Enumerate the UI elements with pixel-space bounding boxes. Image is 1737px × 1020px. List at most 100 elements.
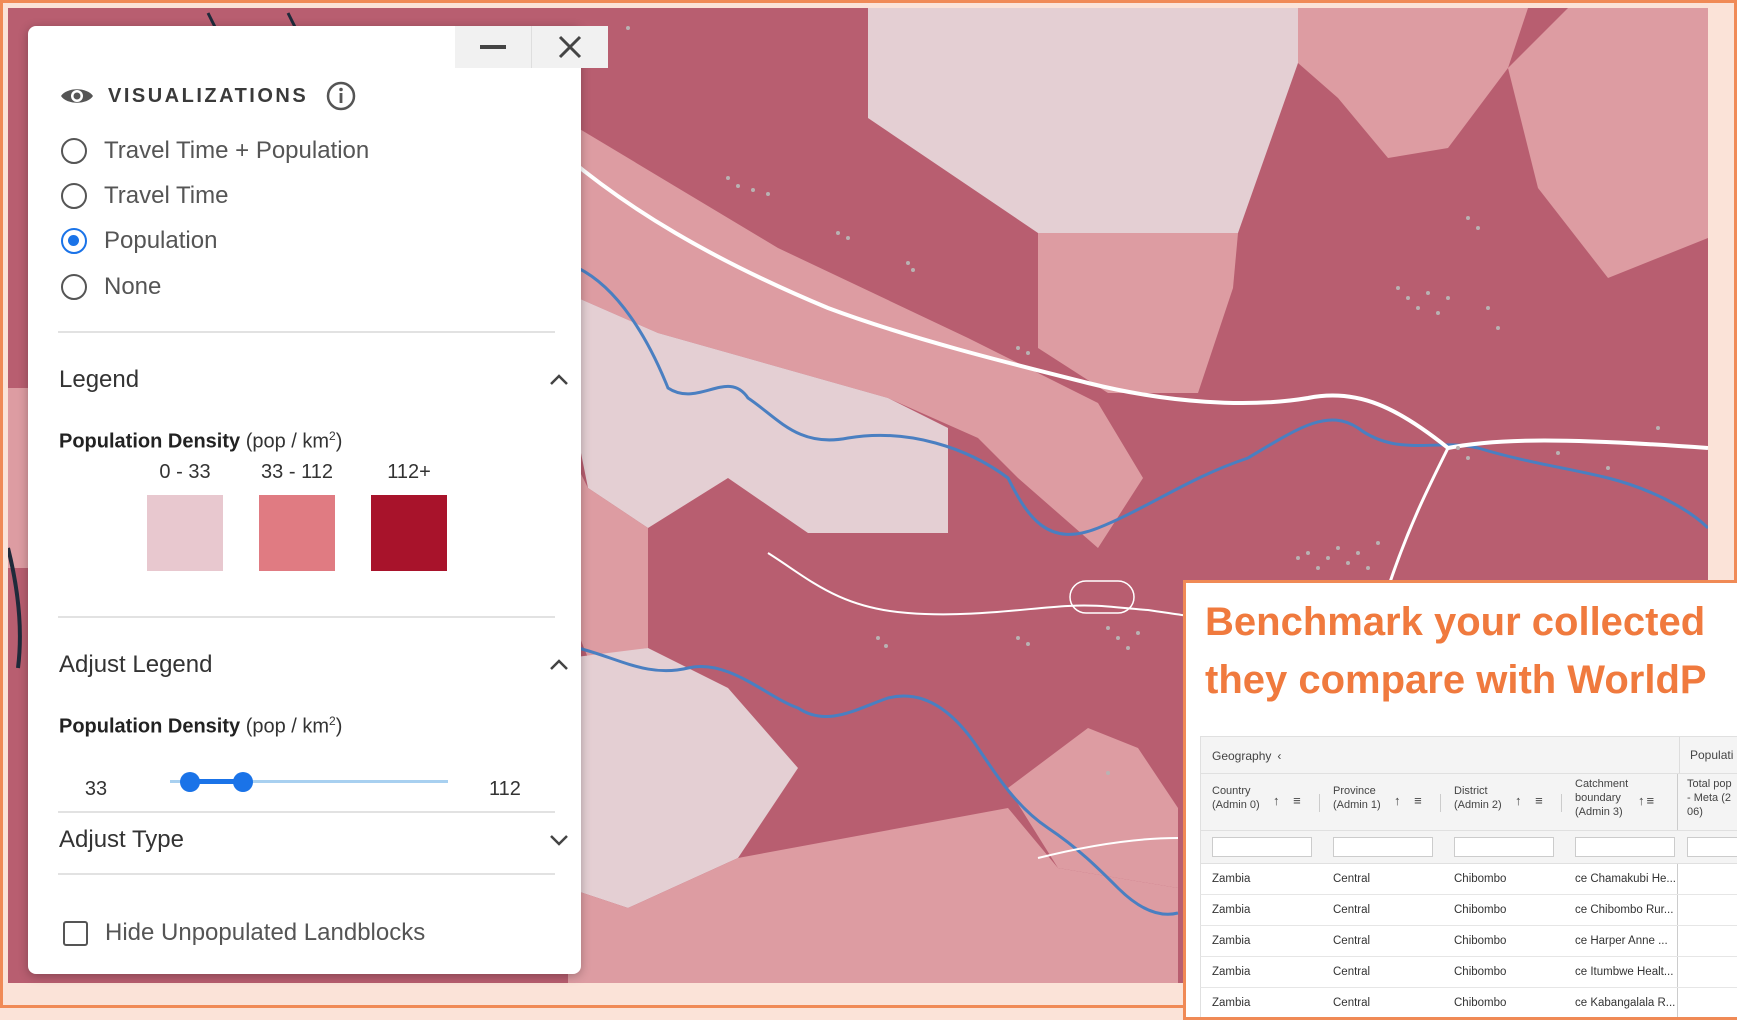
column-header-line: (Admin 2) bbox=[1454, 799, 1502, 811]
cell-province: Central bbox=[1333, 997, 1371, 1009]
filter-row bbox=[1200, 831, 1737, 864]
column-header-line: 06) bbox=[1687, 806, 1703, 818]
cell-catchment: ce Kabangalala R... bbox=[1575, 997, 1676, 1009]
slider-thumb-min[interactable] bbox=[180, 772, 200, 792]
visualizations-panel: VISUALIZATIONS Travel Time + Population … bbox=[28, 26, 608, 974]
cell-country: Zambia bbox=[1212, 873, 1251, 885]
column-separator[interactable] bbox=[1440, 794, 1441, 812]
chevron-left-icon[interactable]: ‹ bbox=[1277, 749, 1281, 763]
column-header-district[interactable]: District (Admin 2) bbox=[1454, 784, 1502, 812]
filter-input-total-population[interactable] bbox=[1687, 837, 1737, 857]
eye-icon bbox=[61, 89, 93, 103]
option-none[interactable]: None bbox=[61, 270, 161, 304]
column-separator[interactable] bbox=[1561, 794, 1562, 812]
divider bbox=[58, 331, 555, 333]
legend-title: Legend bbox=[59, 366, 140, 393]
cell-country: Zambia bbox=[1212, 935, 1251, 947]
sort-arrow-icon[interactable]: ↑ bbox=[1273, 793, 1280, 808]
column-menu-icon[interactable]: ≡ bbox=[1535, 793, 1543, 808]
sort-menu-icons[interactable]: ↑ ≡ bbox=[1515, 793, 1543, 808]
info-icon[interactable] bbox=[326, 81, 356, 111]
radio-button[interactable] bbox=[61, 183, 87, 209]
geography-group-label[interactable]: Geography ‹ bbox=[1212, 749, 1281, 763]
legend-metric-label: Population Density (pop / km2) bbox=[59, 429, 342, 454]
chevron-up-icon[interactable] bbox=[539, 366, 579, 394]
legend-swatch-low bbox=[147, 495, 223, 571]
column-header-catchment[interactable]: Catchment boundary (Admin 3) bbox=[1575, 777, 1628, 819]
density-range-slider[interactable] bbox=[170, 764, 448, 800]
divider bbox=[58, 616, 555, 618]
cell-catchment: ce Itumbwe Healt... bbox=[1575, 966, 1674, 978]
table-row[interactable]: Zambia Central Chibombo ce Kabangalala R… bbox=[1200, 988, 1737, 1017]
option-label: Population bbox=[104, 227, 218, 254]
close-button[interactable] bbox=[531, 26, 608, 68]
column-separator bbox=[1677, 988, 1678, 1017]
hide-unpopulated-option[interactable]: Hide Unpopulated Landblocks bbox=[63, 919, 425, 947]
close-icon bbox=[558, 35, 582, 59]
column-header-country[interactable]: Country (Admin 0) bbox=[1212, 784, 1260, 812]
sort-menu-icons[interactable]: ↑ ≡ bbox=[1394, 793, 1422, 808]
column-header-line: Province bbox=[1333, 785, 1376, 797]
sort-arrow-icon[interactable]: ↑ bbox=[1638, 793, 1645, 808]
column-menu-icon[interactable]: ≡ bbox=[1414, 793, 1422, 808]
chevron-up-icon[interactable] bbox=[539, 651, 579, 679]
column-separator bbox=[1677, 895, 1678, 925]
filter-input-country[interactable] bbox=[1212, 837, 1312, 857]
cell-catchment: ce Chamakubi He... bbox=[1575, 873, 1676, 885]
column-header-line: (Admin 3) bbox=[1575, 806, 1623, 818]
column-header-province[interactable]: Province (Admin 1) bbox=[1333, 784, 1381, 812]
cell-catchment: ce Chibombo Rur... bbox=[1575, 904, 1674, 916]
table-row[interactable]: Zambia Central Chibombo ce Harper Anne .… bbox=[1200, 926, 1737, 957]
option-travel-time[interactable]: Travel Time bbox=[61, 179, 228, 213]
option-population[interactable]: Population bbox=[61, 224, 217, 258]
legend-range-label-low: 0 - 33 bbox=[159, 461, 211, 483]
divider bbox=[58, 811, 555, 813]
column-header-line: - Meta (2 bbox=[1687, 792, 1732, 804]
chevron-down-icon[interactable] bbox=[539, 826, 579, 854]
adjust-type-section-header[interactable]: Adjust Type bbox=[59, 823, 579, 857]
column-menu-icon[interactable]: ≡ bbox=[1293, 793, 1301, 808]
cell-country: Zambia bbox=[1212, 966, 1251, 978]
metric-unit: (pop / km bbox=[245, 430, 330, 453]
sort-menu-icons[interactable]: ↑ ≡ bbox=[1273, 793, 1301, 808]
column-menu-icon[interactable]: ≡ bbox=[1647, 793, 1655, 808]
minimize-button[interactable] bbox=[455, 26, 531, 68]
radio-button[interactable] bbox=[61, 274, 87, 300]
option-travel-time-population[interactable]: Travel Time + Population bbox=[61, 134, 369, 168]
callout-heading-line: they compare with WorldP bbox=[1205, 658, 1707, 702]
column-header-line: Country bbox=[1212, 785, 1251, 797]
sort-arrow-icon[interactable]: ↑ bbox=[1394, 793, 1401, 808]
column-separator[interactable] bbox=[1677, 774, 1678, 830]
filter-input-catchment[interactable] bbox=[1575, 837, 1675, 857]
table-row[interactable]: Zambia Central Chibombo ce Chibombo Rur.… bbox=[1200, 895, 1737, 926]
population-group-label: Populati bbox=[1679, 737, 1733, 773]
table-row[interactable]: Zambia Central Chibombo ce Chamakubi He.… bbox=[1200, 864, 1737, 895]
cell-province: Central bbox=[1333, 904, 1371, 916]
legend-section-header[interactable]: Legend bbox=[59, 363, 579, 397]
filter-input-district[interactable] bbox=[1454, 837, 1554, 857]
benchmark-callout: Benchmark your collected they compare wi… bbox=[1183, 580, 1737, 1020]
table-header-row: Country (Admin 0) ↑ ≡ Province (Admin 1)… bbox=[1200, 774, 1737, 831]
radio-button[interactable] bbox=[61, 138, 87, 164]
adjust-legend-metric-label: Population Density (pop / km2) bbox=[59, 714, 342, 739]
sort-menu-icons[interactable]: ↑ ≡ bbox=[1638, 793, 1654, 808]
cell-country: Zambia bbox=[1212, 997, 1251, 1009]
column-header-total-population[interactable]: Total pop - Meta (2 06) bbox=[1687, 777, 1732, 819]
option-label: Travel Time bbox=[104, 182, 229, 209]
adjust-legend-section-header[interactable]: Adjust Legend bbox=[59, 648, 579, 682]
slider-thumb-max[interactable] bbox=[233, 772, 253, 792]
column-separator[interactable] bbox=[1319, 794, 1320, 812]
cell-district: Chibombo bbox=[1454, 873, 1507, 885]
radio-button-selected[interactable] bbox=[61, 228, 87, 254]
column-group-row: Geography ‹ Populati bbox=[1200, 736, 1737, 774]
metric-unit: (pop / km bbox=[245, 715, 330, 738]
checkbox[interactable] bbox=[63, 920, 88, 946]
metric-unit-close: ) bbox=[335, 715, 343, 738]
sort-arrow-icon[interactable]: ↑ bbox=[1515, 793, 1522, 808]
column-separator bbox=[1677, 864, 1678, 894]
filter-input-province[interactable] bbox=[1333, 837, 1433, 857]
cell-province: Central bbox=[1333, 935, 1371, 947]
cell-district: Chibombo bbox=[1454, 904, 1507, 916]
table-row[interactable]: Zambia Central Chibombo ce Itumbwe Healt… bbox=[1200, 957, 1737, 988]
divider bbox=[58, 873, 555, 875]
